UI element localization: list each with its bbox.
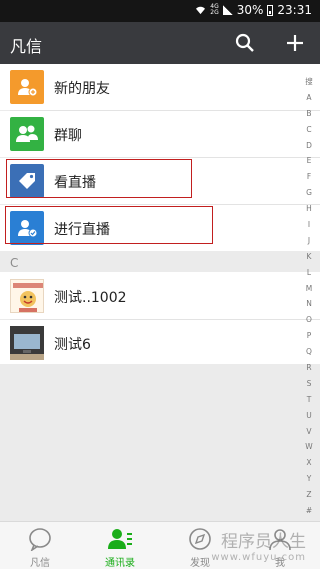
index-letter[interactable]: C (306, 122, 311, 138)
index-letter[interactable]: J (308, 233, 310, 249)
contacts-icon (108, 529, 132, 549)
plus-icon (287, 35, 303, 51)
index-letter[interactable]: H (306, 201, 312, 217)
battery-icon (267, 4, 274, 16)
page-title: 凡信 (10, 37, 43, 56)
tab-label-contacts: 通讯录 (105, 558, 135, 569)
watermark-title: 程序员人生 (221, 532, 306, 552)
group-chat-icon (10, 117, 44, 151)
chat-bubble-icon (29, 528, 51, 551)
search-icon (235, 33, 254, 52)
index-letter[interactable]: X (306, 455, 311, 471)
index-letter[interactable]: K (307, 249, 312, 265)
index-letter[interactable]: F (307, 169, 311, 185)
contact-name: 测试6 (54, 337, 91, 353)
highlight-box-watch-live (6, 159, 192, 198)
index-letter[interactable]: W (305, 439, 312, 455)
search-button[interactable] (233, 31, 257, 55)
index-letter[interactable]: O (306, 312, 312, 328)
index-letter[interactable]: I (308, 217, 310, 233)
contact-row[interactable]: 测试..1002 (0, 272, 320, 319)
contact-row[interactable]: 测试6 (0, 320, 320, 364)
index-letter[interactable]: Q (306, 344, 312, 360)
wifi-icon (196, 6, 206, 14)
section-letter: C (10, 256, 19, 270)
add-button[interactable] (283, 31, 307, 55)
tab-label-chats: 凡信 (30, 558, 50, 569)
index-letter[interactable]: M (306, 281, 312, 297)
menu-label-new-friends: 新的朋友 (54, 81, 110, 97)
app-header: 凡信 (0, 22, 320, 64)
clock: 23:31 (277, 3, 312, 17)
contact-name: 测试..1002 (54, 290, 127, 306)
network-type: 4G 2G (210, 4, 218, 16)
contact-avatar (10, 326, 44, 360)
index-letter[interactable]: # (306, 503, 312, 519)
index-letter[interactable]: D (306, 138, 312, 154)
index-letter[interactable]: L (307, 265, 311, 281)
index-letter[interactable]: Z (306, 487, 311, 503)
signal-icon (222, 5, 233, 15)
index-letter[interactable]: R (306, 360, 311, 376)
watermark-url: www.wfuyu.com (211, 552, 306, 563)
watermark: 程序员人生 www.wfuyu.com (211, 527, 306, 563)
highlight-box-start-live (5, 206, 213, 244)
compass-icon (189, 528, 211, 550)
index-letter[interactable]: P (307, 328, 312, 344)
index-letter[interactable]: Y (307, 471, 312, 487)
index-letter[interactable]: E (307, 153, 312, 169)
menu-item-group-chat[interactable]: 群聊 (0, 111, 320, 157)
contact-avatar (10, 279, 44, 313)
index-letter[interactable]: U (306, 408, 312, 424)
index-letter[interactable]: V (306, 424, 311, 440)
index-letter[interactable]: G (306, 185, 312, 201)
index-letter[interactable]: 搜 (305, 74, 313, 90)
status-bar: 4G 2G 30% 23:31 (0, 0, 320, 22)
new-friend-icon (10, 70, 44, 104)
alphabet-index[interactable]: 搜 A B C D E F G H I J K L M N O P Q R S T U V W X Y Z # (302, 74, 316, 519)
index-letter[interactable]: T (307, 392, 312, 408)
system-tray: 4G 2G 30% 23:31 (195, 3, 312, 17)
tab-chats[interactable]: 凡信 (0, 522, 80, 569)
index-letter[interactable]: B (306, 106, 311, 122)
menu-item-new-friends[interactable]: 新的朋友 (0, 64, 320, 110)
network-bottom-label: 2G (210, 9, 219, 16)
tab-contacts[interactable]: 通讯录 (80, 522, 160, 569)
battery-percent: 30% (236, 3, 264, 17)
index-letter[interactable]: S (307, 376, 312, 392)
index-letter[interactable]: N (306, 296, 312, 312)
menu-label-group-chat: 群聊 (54, 128, 82, 144)
index-letter[interactable]: A (306, 90, 311, 106)
